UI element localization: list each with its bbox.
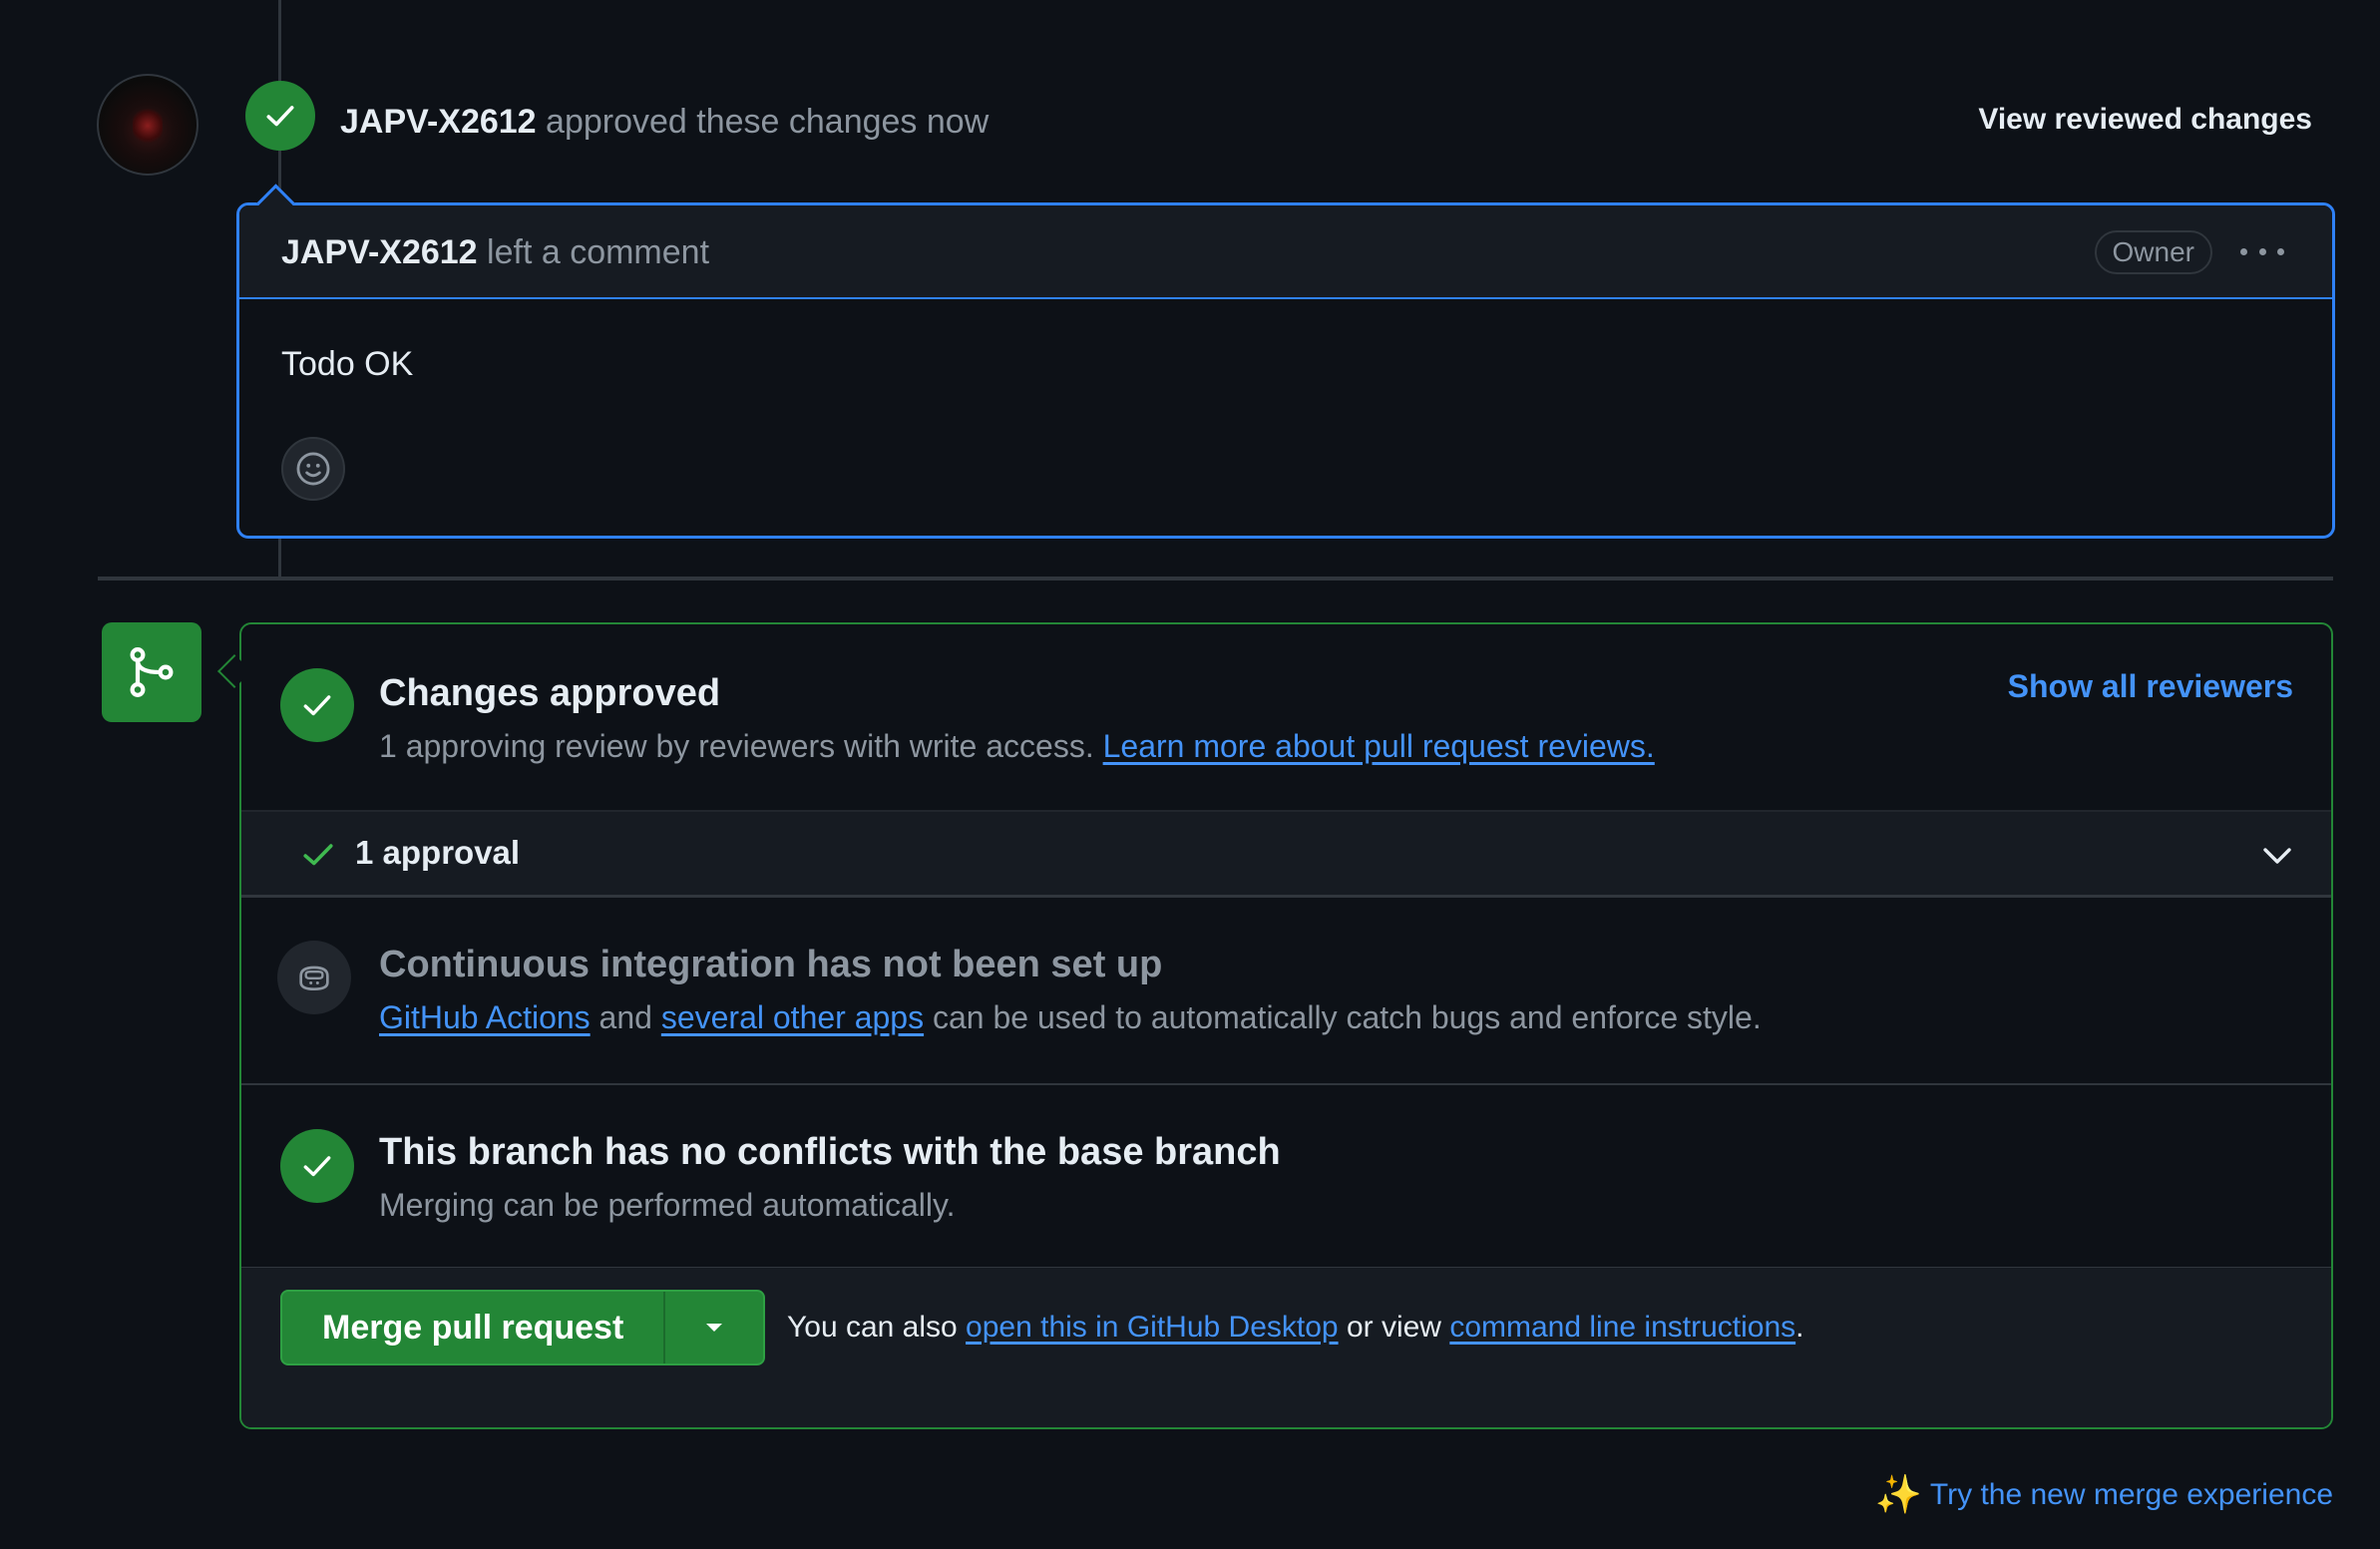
check-icon [266,106,294,127]
changes-approved-title: Changes approved [379,672,721,714]
merge-pull-request-button[interactable]: Merge pull request [282,1292,663,1363]
changes-approved-subtitle: 1 approving review by reviewers with wri… [379,728,1655,765]
ci-and-text: and [598,999,652,1035]
check-icon [303,1156,331,1177]
approvals-expander[interactable]: 1 approval [241,810,2331,898]
comment-header-text: JAPV-X2612 left a comment [281,233,709,272]
view-reviewed-changes-button[interactable]: View reviewed changes [1978,103,2312,137]
github-actions-link[interactable]: GitHub Actions [379,999,591,1035]
smiley-icon [296,452,330,486]
other-apps-link[interactable]: several other apps [661,999,924,1035]
merge-method-dropdown[interactable] [663,1292,763,1363]
merge-button-group: Merge pull request [280,1290,766,1365]
learn-more-reviews-link[interactable]: Learn more about pull request reviews. [1103,728,1655,764]
kebab-menu-icon[interactable] [2240,241,2284,261]
triangle-down-icon [706,1324,723,1332]
alternative-merge-text: You can also open this in GitHub Desktop… [787,1311,1803,1345]
approval-check-icon [303,844,333,866]
merge-box: Changes approved 1 approving review by r… [239,622,2333,1429]
command-line-link[interactable]: command line instructions [1449,1311,1795,1344]
conflicts-section: This branch has no conflicts with the ba… [241,1085,2331,1267]
ci-title: Continuous integration has not been set … [379,944,1163,985]
owner-badge: Owner [2094,230,2212,274]
no-conflicts-subtitle: Merging can be performed automatically. [379,1187,956,1223]
merge-status-icon-box [102,622,201,722]
show-all-reviewers-button[interactable]: Show all reviewers [2008,668,2293,705]
ci-icon-badge [277,941,351,1014]
review-author-link[interactable]: JAPV-X2612 [340,103,537,141]
approvals-count: 1 approval [355,834,521,871]
check-icon [303,695,331,716]
try-new-merge-label: Try the new merge experience [1929,1478,2333,1511]
review-event-text: JAPV-X2612 approved these changes now [340,100,989,144]
comment-action-text: left a comment [487,233,710,271]
review-comment-box: JAPV-X2612 left a comment Owner Todo OK [236,202,2335,539]
comment-author-link[interactable]: JAPV-X2612 [281,233,478,271]
avatar[interactable] [97,74,198,176]
timeline-divider [98,577,2333,581]
ci-subtitle: GitHub Actions and several other apps ca… [379,999,1762,1036]
copilot-robot-icon [299,966,329,991]
chevron-down-icon[interactable] [2261,842,2293,870]
approved-subtitle-text: 1 approving review by reviewers with wri… [379,728,1094,764]
no-conflicts-title: This branch has no conflicts with the ba… [379,1131,1281,1173]
ci-rest-text: can be used to automatically catch bugs … [932,999,1762,1035]
git-merge-icon [130,647,174,697]
pr-timeline: JAPV-X2612 approved these changes now Vi… [0,0,2380,1549]
sparkles-icon: ✨ [1874,1474,1922,1516]
try-new-merge-link[interactable]: ✨ Try the new merge experience [1875,1476,2333,1514]
open-desktop-link[interactable]: open this in GitHub Desktop [966,1311,1339,1344]
comment-body: Todo OK [281,345,414,383]
comment-header: JAPV-X2612 left a comment Owner [239,205,2332,299]
no-conflicts-check [280,1129,354,1203]
changes-approved-check [280,668,354,742]
period-text: . [1795,1311,1804,1344]
add-reaction-button[interactable] [281,437,345,501]
ci-section: Continuous integration has not been set … [241,898,2331,1083]
also-prefix: You can also [787,1311,958,1344]
review-action-text: approved these changes now [546,103,990,141]
approved-check-badge [245,81,315,151]
or-view-text: or view [1346,1311,1441,1344]
